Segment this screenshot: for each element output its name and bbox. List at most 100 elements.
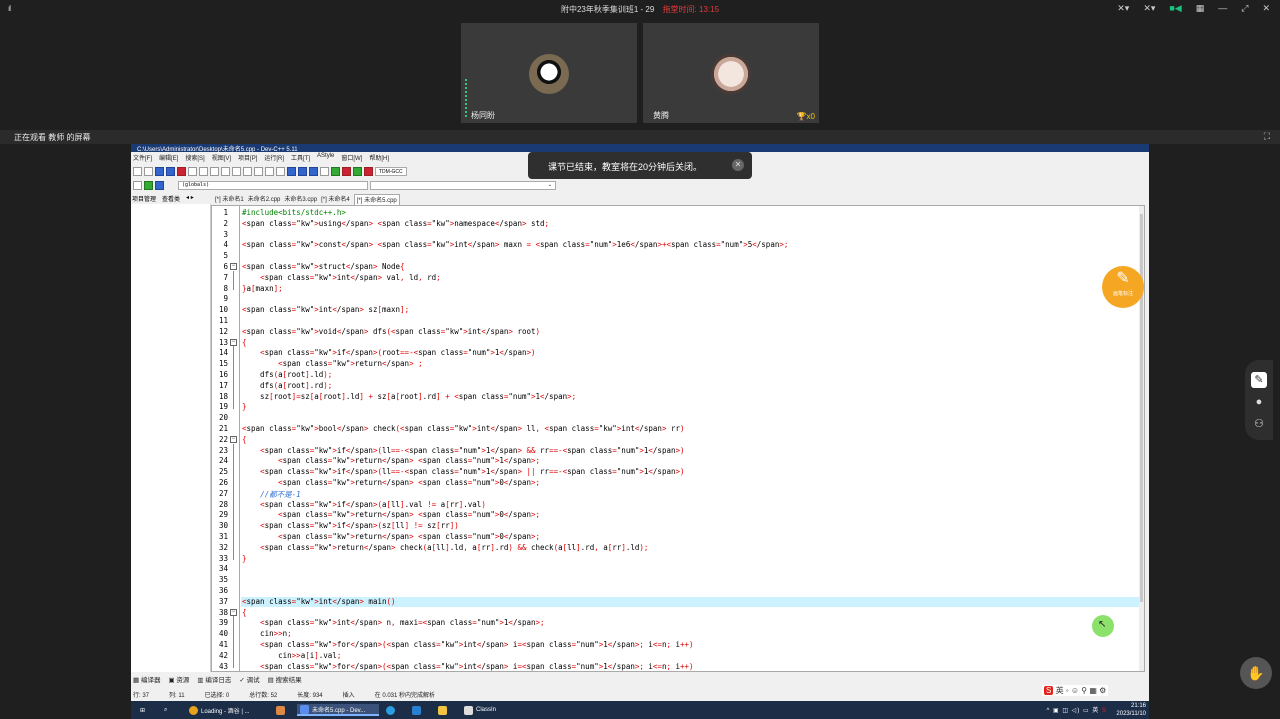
compile-run-icon[interactable] [309, 166, 318, 176]
classin-top-bar: ıl 附中23年秋季集训班1 - 29 拖堂时间: 13:15 ✕▾ ✕▾ ■◀… [0, 0, 1280, 18]
find-icon[interactable] [221, 166, 230, 176]
code-line: //都不是-1 [260, 489, 301, 499]
taskbar-item-folder[interactable] [435, 704, 450, 716]
undo-icon[interactable] [199, 166, 208, 176]
debug-icon[interactable] [364, 166, 373, 176]
speaker-mute-icon[interactable]: ✕▾ [1117, 3, 1129, 14]
chat-icon[interactable]: ● [1251, 394, 1267, 410]
fullscreen-icon[interactable]: ⛶ [1264, 131, 1270, 142]
edit-icon[interactable]: ✎ [1251, 372, 1267, 388]
minimize-icon[interactable]: — [1218, 3, 1227, 14]
video-tile-student-1[interactable]: 杨同盼 [461, 23, 637, 123]
menu-astyle[interactable]: AStyle [317, 153, 334, 163]
menu-tools[interactable]: 工具[T] [291, 153, 310, 163]
window-tools: ✕▾ ✕▾ ■◀ ▦ — ⤢ ✕ [1117, 3, 1270, 14]
line-number: 39 [218, 618, 228, 628]
taskbar-clock[interactable]: 21:16 2023/11/10 [1116, 702, 1146, 718]
chart-icon[interactable] [353, 166, 362, 176]
tab-project[interactable]: 项目管理 [132, 194, 156, 204]
menu-help[interactable]: 帮助[H] [369, 153, 389, 163]
restore-icon[interactable]: ⤢ [1241, 3, 1248, 14]
taskbar-item-chrome[interactable]: Loading - 酒谷 | ... [186, 704, 261, 716]
taskbar-item-app[interactable] [273, 704, 288, 716]
tab-debug[interactable]: ✓ 调试 [239, 674, 259, 685]
menu-view[interactable]: 视图[V] [212, 153, 231, 163]
new-file-icon[interactable] [133, 166, 142, 176]
bookmark-icon[interactable] [276, 166, 285, 176]
code-line: <span class="kw">int</span> main() [242, 596, 396, 606]
compile-icon[interactable] [287, 166, 296, 176]
file-tab-active[interactable]: [*] 未命名5.cpp [353, 194, 400, 205]
line-number: 3 [223, 229, 228, 239]
line-number: 33 [218, 553, 228, 563]
overtime-timer: 拖堂时间: 13:15 [662, 5, 720, 14]
tab-nav-arrows[interactable]: ◂ ▸ [186, 194, 194, 204]
line-number: 4 [223, 240, 228, 250]
line-number: 43 [218, 661, 228, 671]
project-panel [131, 204, 211, 672]
tab-resources[interactable]: ▣ 资源 [168, 674, 189, 685]
menu-window[interactable]: 窗口[W] [341, 153, 362, 163]
taskbar-item-edge[interactable] [383, 704, 398, 716]
run-icon[interactable] [298, 166, 307, 176]
compiler-select[interactable]: TDM-GCC [375, 166, 407, 176]
open-file-icon[interactable] [144, 166, 153, 176]
unindent-icon[interactable] [265, 166, 274, 176]
toast-close-icon[interactable]: ✕ [732, 159, 744, 171]
start-button[interactable]: ⊞ [137, 704, 148, 716]
fold-toggle-icon[interactable]: − [230, 435, 237, 443]
mic-mute-icon[interactable]: ✕▾ [1143, 3, 1155, 14]
fold-toggle-icon[interactable]: − [230, 608, 237, 616]
raise-hand-button[interactable]: ✋ [1240, 657, 1272, 689]
system-tray[interactable]: ^ ▣ ◫ ◁) ▭ 英 S [1047, 705, 1107, 714]
menu-project[interactable]: 项目[P] [238, 153, 257, 163]
camera-icon[interactable]: ■◀ [1169, 3, 1181, 14]
layout-grid-icon[interactable]: ▦ [1196, 3, 1205, 14]
close-icon[interactable]: ✕ [1262, 3, 1270, 14]
sogou-icon: S [1044, 686, 1054, 695]
check-syntax-icon[interactable] [331, 166, 340, 176]
tab-search-results[interactable]: ▤ 搜索结果 [268, 674, 302, 685]
annotation-button[interactable]: ✎ 画笔标注 [1102, 266, 1144, 308]
tab-compile-log[interactable]: ▥ 编译日志 [197, 674, 231, 685]
menu-search[interactable]: 搜索[S] [185, 153, 204, 163]
line-number: 11 [218, 316, 228, 325]
print-icon[interactable] [188, 166, 197, 176]
file-tab[interactable]: [*] 未命名4 [321, 194, 350, 205]
stop-icon[interactable] [342, 166, 351, 176]
search-icon[interactable]: ⌕ [161, 704, 170, 716]
menu-edit[interactable]: 编辑[E] [159, 153, 178, 163]
member-select[interactable]: ⌄ [370, 180, 556, 190]
taskbar-item-classin[interactable]: ClassIn [461, 704, 531, 716]
fold-toggle-icon[interactable]: − [230, 338, 237, 346]
replace-icon[interactable] [232, 166, 241, 176]
close-file-icon[interactable] [177, 166, 186, 176]
members-icon[interactable]: ⚇ [1251, 416, 1267, 432]
tab-compiler[interactable]: ▦ 编译器 [133, 674, 160, 685]
tab-classes[interactable]: 查看类 [162, 194, 180, 204]
save-icon[interactable] [155, 166, 164, 176]
ime-toolbar[interactable]: S 英 ◦ ☺ ⚲ ▦ ⚙ [1042, 685, 1109, 696]
file-tab[interactable]: 未命名2.cpp [248, 194, 281, 205]
code-line: { [242, 607, 247, 617]
watching-label: 正在观看 教师 的屏幕 [14, 133, 91, 142]
fold-toggle-icon[interactable]: − [230, 263, 237, 270]
save-all-icon[interactable] [166, 166, 175, 176]
chrome-icon [189, 705, 198, 715]
toggle-icon[interactable] [155, 180, 164, 190]
insert-icon[interactable] [144, 180, 153, 190]
class-browser-icon[interactable] [133, 180, 142, 190]
redo-icon[interactable] [210, 166, 219, 176]
taskbar-item-vscode[interactable] [409, 704, 424, 716]
rebuild-icon[interactable] [320, 166, 329, 176]
scope-select[interactable]: (globals) [178, 180, 368, 190]
menu-run[interactable]: 运行[R] [264, 153, 284, 163]
menu-file[interactable]: 文件[F] [133, 153, 152, 163]
code-editor[interactable]: 1 2 3 4 5 6−7 8 9 10 11 12 13−14 15 16 17 18 19 20 21 22−23… [211, 205, 1145, 672]
file-tab[interactable]: [*] 未命名1 [215, 194, 244, 205]
video-tile-student-2[interactable]: 黄腾 🏆x0 [643, 23, 819, 123]
taskbar-item-devcpp[interactable]: 未命名5.cpp - Dev... [297, 704, 379, 716]
goto-icon[interactable] [243, 166, 252, 176]
indent-icon[interactable] [254, 166, 263, 176]
file-tab[interactable]: 未命名3.cpp [284, 194, 317, 205]
